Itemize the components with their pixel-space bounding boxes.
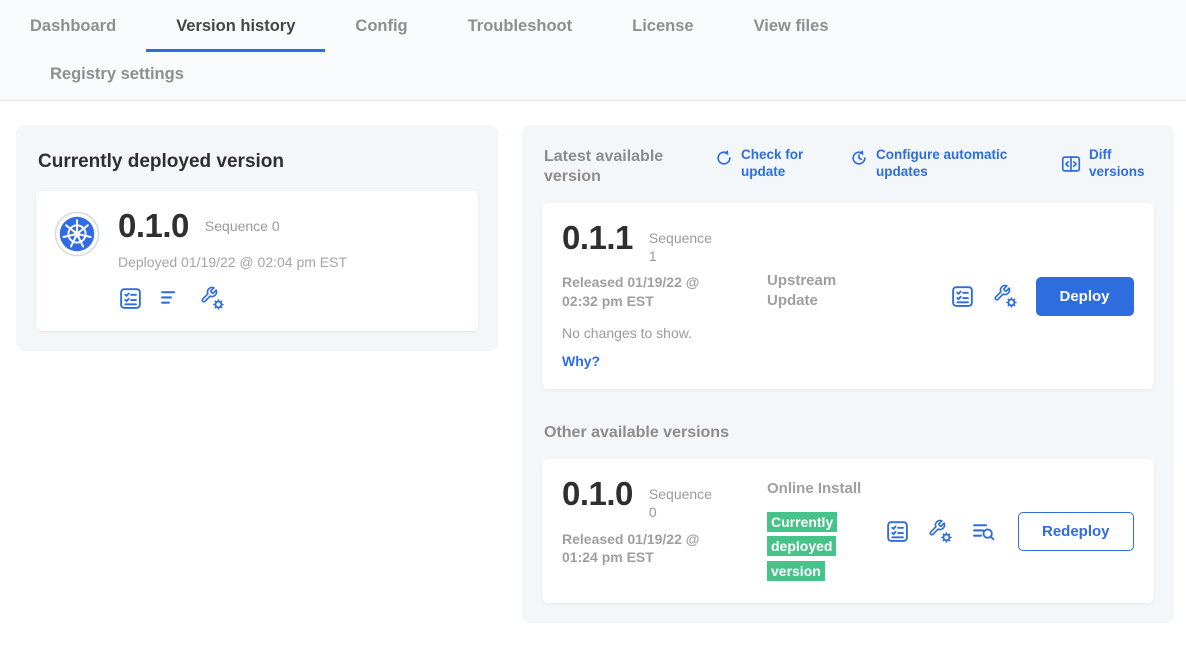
currently-deployed-badge-wrap: Currently deployed version [767,511,841,585]
diff-versions-link[interactable]: Diff versions [1060,147,1152,181]
latest-released-timestamp: Released 01/19/22 @ 02:32 pm EST [562,273,730,311]
app-nav: Dashboard Version history Config Trouble… [0,0,1186,101]
latest-release-card: 0.1.1 Sequence 1 Released 01/19/22 @ 02:… [542,203,1154,389]
other-release-source-col: Online Install Currently deployed versio… [767,477,885,585]
check-for-update-icon [714,148,734,168]
redeploy-button[interactable]: Redeploy [1018,512,1134,551]
other-release-source: Online Install [767,479,885,499]
deploy-logs-icon[interactable] [159,286,184,311]
current-deployed-timestamp: Deployed 01/19/22 @ 02:04 pm EST [118,254,347,270]
latest-available-title: Latest available version [544,147,680,187]
tab-troubleshoot[interactable]: Troubleshoot [438,4,603,52]
deploy-logs-icon[interactable] [971,519,996,544]
main-content: Currently deployed version [0,101,1186,647]
nav-row-1: Dashboard Version history Config Trouble… [0,4,1186,52]
tab-view-files[interactable]: View files [724,4,859,52]
release-notes-icon[interactable] [950,284,975,309]
latest-available-header: Latest available version Check for updat… [542,145,1154,187]
edit-config-icon[interactable] [200,286,225,311]
tab-config[interactable]: Config [325,4,437,52]
other-available-title: Other available versions [544,423,1154,443]
other-release-actions: Redeploy [885,512,1134,551]
latest-release-actions: Deploy [950,277,1134,316]
latest-version-number: 0.1.1 [562,221,633,256]
tab-license[interactable]: License [602,4,723,52]
latest-release-info: 0.1.1 Sequence 1 Released 01/19/22 @ 02:… [562,221,767,371]
release-notes-icon[interactable] [118,286,143,311]
why-link[interactable]: Why? [562,353,600,369]
deploy-button[interactable]: Deploy [1036,277,1134,316]
latest-version-sequence: Sequence 1 [649,229,715,265]
configure-automatic-updates-icon [849,148,869,168]
currently-deployed-panel: Currently deployed version [16,125,498,351]
other-release-info: 0.1.0 Sequence 0 Released 01/19/22 @ 01:… [562,477,767,567]
other-released-timestamp: Released 01/19/22 @ 01:24 pm EST [562,530,730,568]
other-version-sequence: Sequence 0 [649,485,715,521]
available-versions-panel: Latest available version Check for updat… [522,125,1174,623]
currently-deployed-title: Currently deployed version [38,151,478,173]
other-version-number: 0.1.0 [562,477,633,512]
kubernetes-icon [54,211,100,257]
check-for-update-link[interactable]: Check for update [714,147,815,181]
edit-config-icon[interactable] [928,519,953,544]
nav-row-2: Registry settings [0,52,1186,100]
edit-config-icon[interactable] [993,284,1018,309]
tab-version-history[interactable]: Version history [146,4,325,52]
release-notes-icon[interactable] [885,519,910,544]
current-version-sequence: Sequence 0 [205,217,280,235]
tab-dashboard[interactable]: Dashboard [0,4,146,52]
current-version-number: 0.1.0 [118,209,189,244]
current-version-details: 0.1.0 Sequence 0 Deployed 01/19/22 @ 02:… [118,209,347,311]
diff-versions-icon [1060,153,1082,175]
configure-automatic-updates-link[interactable]: Configure automatic updates [849,147,1026,181]
other-release-card: 0.1.0 Sequence 0 Released 01/19/22 @ 01:… [542,459,1154,603]
tab-registry-settings[interactable]: Registry settings [20,52,214,100]
latest-release-source: Upstream Update [767,271,885,310]
no-changes-text: No changes to show. [562,325,767,341]
currently-deployed-badge: Currently deployed version [767,512,837,582]
current-version-card: 0.1.0 Sequence 0 Deployed 01/19/22 @ 02:… [36,191,478,331]
